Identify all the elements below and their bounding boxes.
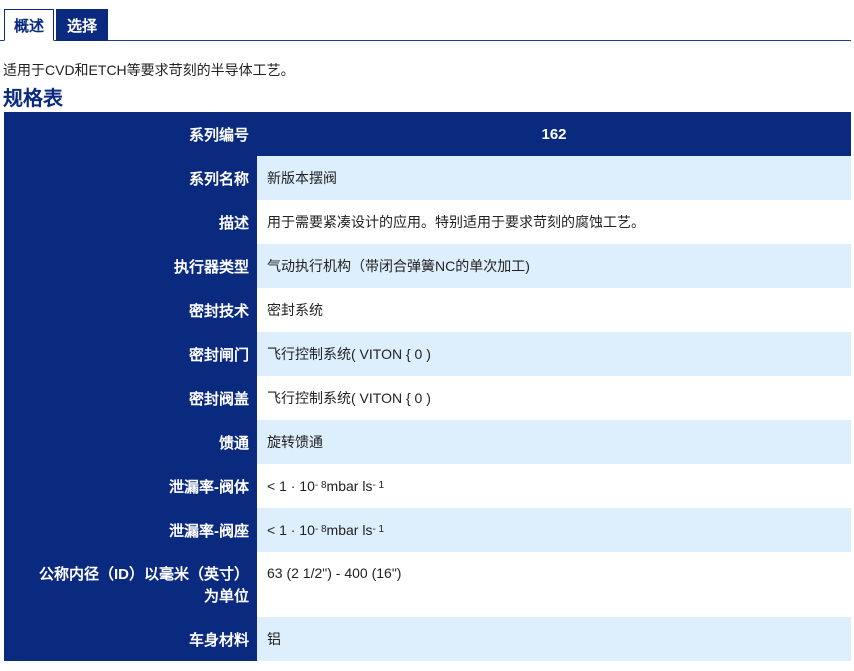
leak-rate-prefix: < 1 · 10: [267, 478, 315, 494]
leak-rate-prefix: < 1 · 10: [267, 522, 315, 538]
spec-label: 泄漏率-阀座: [4, 508, 257, 552]
spec-value: 飞行控制系统( VITON { 0 ): [257, 376, 851, 420]
spec-label: 系列编号: [4, 112, 257, 156]
spec-row-seal-bonnet: 密封阀盖 飞行控制系统( VITON { 0 ): [4, 376, 851, 420]
tab-bar: 概述 选择: [0, 0, 851, 41]
spec-label: 泄漏率-阀体: [4, 464, 257, 508]
leak-rate-unit: mbar ls: [326, 478, 373, 494]
spec-table: 系列编号 162 系列名称 新版本摆阀 描述 用于需要紧凑设计的应用。特别适用于…: [4, 112, 851, 661]
spec-row-seal-gate: 密封闸门 飞行控制系统( VITON { 0 ): [4, 332, 851, 376]
spec-label: 密封技术: [4, 288, 257, 332]
spec-label: 密封闸门: [4, 332, 257, 376]
intro-text: 适用于CVD和ETCH等要求苛刻的半导体工艺。: [3, 62, 295, 78]
tab-overview[interactable]: 概述: [4, 9, 54, 41]
page: 概述 选择 适用于CVD和ETCH等要求苛刻的半导体工艺。 规格表 系列编号 1…: [0, 0, 854, 671]
spec-row-series-name: 系列名称 新版本摆阀: [4, 156, 851, 200]
spec-value: 气动执行机构（带闭合弹簧NC的单次加工): [257, 244, 851, 288]
spec-label: 系列名称: [4, 156, 257, 200]
spec-label-line2: 为单位: [203, 588, 249, 605]
spec-row-description: 描述 用于需要紧凑设计的应用。特别适用于要求苛刻的腐蚀工艺。: [4, 200, 851, 244]
spec-row-feedthrough: 馈通 旋转馈通: [4, 420, 851, 464]
spec-value: 旋转馈通: [257, 420, 851, 464]
spec-value: 飞行控制系统( VITON { 0 ): [257, 332, 851, 376]
spec-label-line1: 公称内径（ID）以毫米（英寸）: [38, 566, 249, 583]
spec-value: 铝: [257, 617, 851, 661]
spec-label: 公称内径（ID）以毫米（英寸） 为单位: [4, 552, 257, 617]
tab-select[interactable]: 选择: [56, 9, 108, 41]
spec-row-body-material: 车身材料 铝: [4, 617, 851, 661]
tab-overview-label: 概述: [13, 17, 44, 35]
spec-value: < 1 · 10- 8 mbar ls - 1: [257, 508, 851, 552]
spec-row-series-number: 系列编号 162: [4, 112, 851, 156]
spec-value: 新版本摆阀: [257, 156, 851, 200]
spec-value: 162: [257, 112, 851, 156]
spec-row-leak-rate-body: 泄漏率-阀体 < 1 · 10- 8 mbar ls - 1: [4, 464, 851, 508]
spec-value: 密封系统: [257, 288, 851, 332]
spec-value: 用于需要紧凑设计的应用。特别适用于要求苛刻的腐蚀工艺。: [257, 200, 851, 244]
tab-select-label: 选择: [66, 17, 97, 35]
spec-row-leak-rate-seat: 泄漏率-阀座 < 1 · 10- 8 mbar ls - 1: [4, 508, 851, 552]
spec-value: < 1 · 10- 8 mbar ls - 1: [257, 464, 851, 508]
spec-row-seal-technology: 密封技术 密封系统: [4, 288, 851, 332]
spec-row-nominal-diameter: 公称内径（ID）以毫米（英寸） 为单位 63 (2 1/2") - 400 (1…: [4, 552, 851, 617]
spec-label: 车身材料: [4, 617, 257, 661]
spec-label: 密封阀盖: [4, 376, 257, 420]
spec-title: 规格表: [3, 88, 63, 110]
leak-rate-unit: mbar ls: [326, 522, 373, 538]
spec-row-actuator-type: 执行器类型 气动执行机构（带闭合弹簧NC的单次加工): [4, 244, 851, 288]
spec-label: 描述: [4, 200, 257, 244]
spec-label: 执行器类型: [4, 244, 257, 288]
spec-value: 63 (2 1/2") - 400 (16"): [257, 552, 851, 617]
spec-label: 馈通: [4, 420, 257, 464]
